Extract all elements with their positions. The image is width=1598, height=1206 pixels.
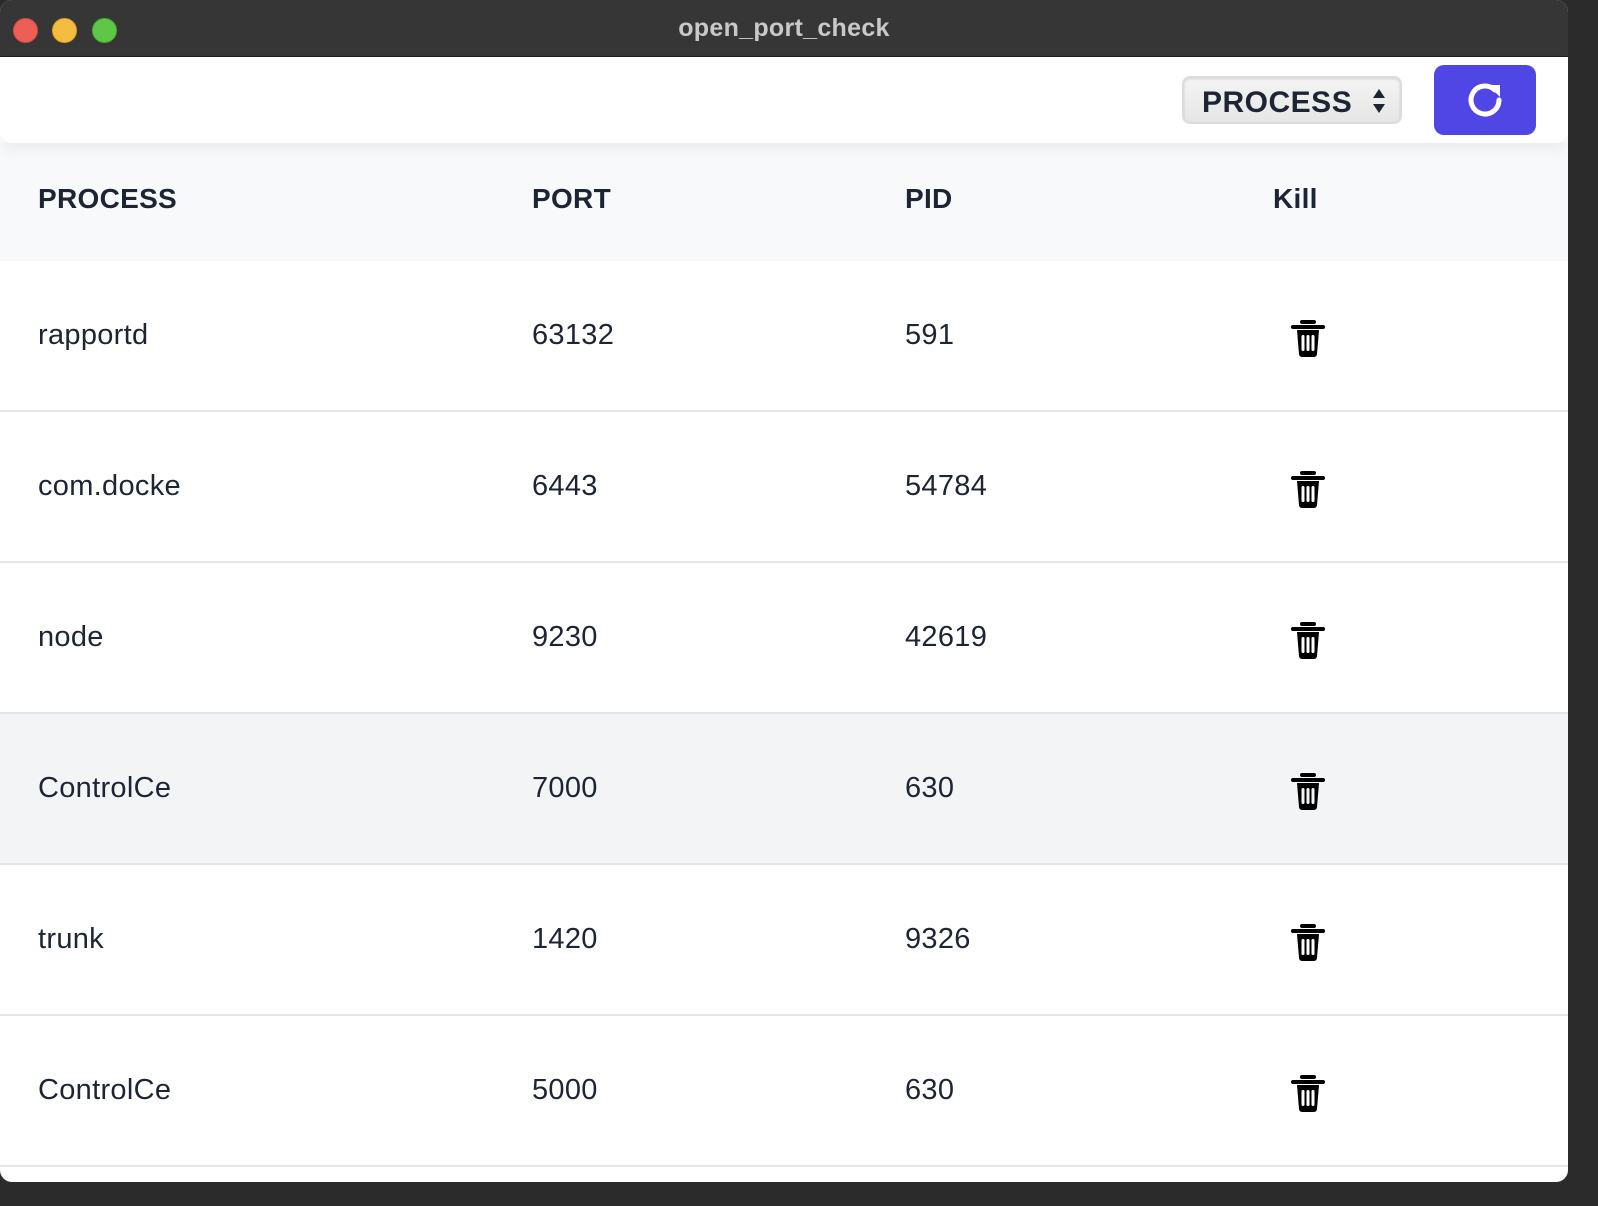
pid-cell: 591	[905, 319, 955, 351]
kill-button[interactable]	[1286, 769, 1330, 813]
window-title: open_port_check	[678, 14, 890, 42]
column-header-kill: Kill	[1273, 183, 1318, 214]
port-cell: 6443	[532, 470, 598, 502]
column-header-port: PORT	[532, 183, 611, 214]
pid-cell: 630	[905, 772, 955, 804]
sort-select[interactable]: PROCESS	[1182, 76, 1402, 124]
table-row: ControlCe 5000 630	[0, 1016, 1568, 1167]
port-cell: 9230	[532, 621, 598, 653]
column-header-process: PROCESS	[38, 183, 178, 214]
sort-select-value: PROCESS	[1202, 86, 1353, 119]
refresh-button[interactable]	[1434, 65, 1536, 135]
trash-icon	[1291, 1075, 1325, 1112]
process-cell: ControlCe	[38, 772, 172, 804]
port-cell: 63132	[532, 319, 615, 351]
trash-icon	[1291, 924, 1325, 961]
process-cell: trunk	[38, 923, 104, 955]
pid-cell: 9326	[905, 923, 971, 955]
trash-icon	[1291, 622, 1325, 659]
kill-button[interactable]	[1286, 316, 1330, 360]
table-row: node 9230 42619	[0, 563, 1568, 714]
pid-cell: 54784	[905, 470, 988, 502]
process-cell: rapportd	[38, 319, 149, 351]
process-cell: com.docke	[38, 470, 181, 502]
port-cell: 5000	[532, 1074, 598, 1106]
kill-button[interactable]	[1286, 1071, 1330, 1115]
port-cell: 7000	[532, 772, 598, 804]
pid-cell: 42619	[905, 621, 988, 653]
kill-button[interactable]	[1286, 920, 1330, 964]
table-header: PROCESS PORT PID Kill	[0, 143, 1568, 261]
app-window: open_port_check PROCESS PROCESS PORT PID…	[0, 0, 1568, 1182]
table-row: com.docke 6443 54784	[0, 412, 1568, 563]
port-cell: 1420	[532, 923, 598, 955]
process-cell: node	[38, 621, 104, 653]
kill-button[interactable]	[1286, 618, 1330, 662]
title-bar: open_port_check	[0, 0, 1568, 57]
table-row: trunk 1420 9326	[0, 865, 1568, 1016]
process-cell: ControlCe	[38, 1074, 172, 1106]
table-row: rapportd 63132 591	[0, 261, 1568, 412]
pid-cell: 630	[905, 1074, 955, 1106]
kill-button[interactable]	[1286, 467, 1330, 511]
trash-icon	[1291, 471, 1325, 508]
table-row: ControlCe 7000 630	[0, 714, 1568, 865]
desktop-background	[0, 1182, 1598, 1206]
ports-table: PROCESS PORT PID Kill rapportd 63132 591…	[0, 143, 1568, 1167]
column-header-pid: PID	[905, 183, 953, 214]
select-arrows-icon	[1373, 89, 1385, 113]
trash-icon	[1291, 320, 1325, 357]
trash-icon	[1291, 773, 1325, 810]
toolbar: PROCESS	[0, 57, 1568, 143]
refresh-icon	[1468, 83, 1502, 117]
